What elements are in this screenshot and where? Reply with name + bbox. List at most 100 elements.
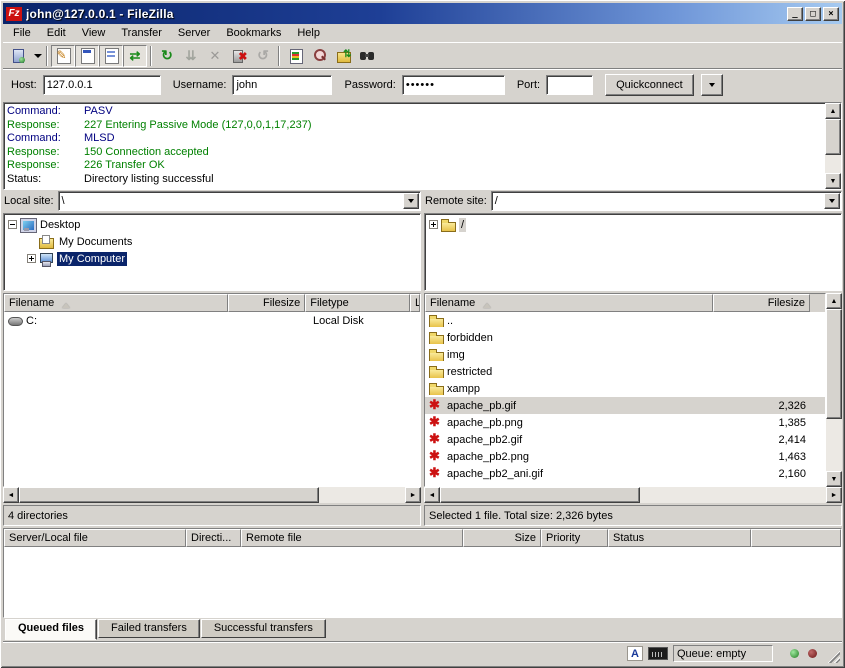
file-row-forbidden[interactable]: forbidden	[425, 329, 825, 346]
menu-transfer[interactable]: Transfer	[113, 25, 170, 41]
tab-failed-transfers[interactable]: Failed transfers	[98, 619, 200, 638]
file-row-apache-pb-gif[interactable]: apache_pb.gif2,326	[425, 397, 825, 414]
scroll-down-icon[interactable]: ▼	[825, 173, 841, 189]
quickconnect-button[interactable]: Quickconnect	[605, 74, 694, 96]
scroll-down-icon[interactable]: ▼	[826, 471, 842, 487]
reconnect-button[interactable]	[251, 45, 275, 67]
maximize-button[interactable]: □	[805, 7, 821, 21]
column-header-filesize[interactable]: Filesize	[228, 294, 305, 312]
column-header-server-local-file[interactable]: Server/Local file	[4, 529, 186, 547]
scroll-track[interactable]	[825, 155, 841, 173]
synchronized-browsing-button[interactable]	[331, 45, 355, 67]
find-files-button[interactable]	[355, 45, 379, 67]
message-log: Command:PASVResponse:227 Entering Passiv…	[3, 102, 842, 190]
remote-hscrollbar[interactable]: ◄ ►	[424, 487, 842, 503]
scroll-right-icon[interactable]: ►	[405, 487, 421, 503]
toolbar	[3, 42, 842, 68]
scroll-left-icon[interactable]: ◄	[424, 487, 440, 503]
file-row-xampp[interactable]: xampp	[425, 380, 825, 397]
quickconnect-dropdown-button[interactable]	[701, 74, 723, 96]
file-row-apache-pb2-ani-gif[interactable]: apache_pb2_ani.gif2,160	[425, 465, 825, 482]
remote-vscrollbar[interactable]: ▲ ▼	[826, 293, 842, 487]
menu-file[interactable]: File	[5, 25, 39, 41]
file-row-apache-pb2-gif[interactable]: apache_pb2.gif2,414	[425, 431, 825, 448]
scroll-track[interactable]	[826, 419, 842, 471]
toggle-message-log-button[interactable]	[51, 45, 75, 67]
column-header-size[interactable]: Size	[463, 529, 541, 547]
tab-successful-transfers[interactable]: Successful transfers	[201, 619, 326, 638]
scroll-up-icon[interactable]: ▲	[825, 103, 841, 119]
column-header-directi[interactable]: Directi...	[186, 529, 241, 547]
toggle-transfer-queue-button[interactable]	[123, 45, 147, 67]
column-header-item[interactable]	[751, 529, 841, 547]
log-line-type: Response:	[7, 146, 84, 160]
cancel-operation-button[interactable]	[203, 45, 227, 67]
scroll-thumb[interactable]	[825, 119, 841, 155]
remote-site-dropdown-button[interactable]	[824, 193, 840, 209]
column-header-status[interactable]: Status	[608, 529, 751, 547]
column-header-l[interactable]: L	[410, 294, 420, 312]
menu-view[interactable]: View	[74, 25, 114, 41]
menu-bookmarks[interactable]: Bookmarks	[218, 25, 289, 41]
column-header-remote-file[interactable]: Remote file	[241, 529, 463, 547]
local-site-dropdown-button[interactable]	[403, 193, 419, 209]
log-line-type: Command:	[7, 132, 84, 146]
disconnect-button[interactable]	[227, 45, 251, 67]
expand-plus-icon[interactable]	[429, 220, 438, 229]
scroll-thumb[interactable]	[826, 309, 842, 419]
local-site-label: Local site:	[3, 195, 54, 207]
file-row-apache-pb2-png[interactable]: apache_pb2.png1,463	[425, 448, 825, 465]
file-row-img[interactable]: img	[425, 346, 825, 363]
file-row[interactable]: C:Local Disk	[4, 312, 420, 329]
local-hscrollbar[interactable]: ◄ ►	[3, 487, 421, 503]
close-button[interactable]: ×	[823, 7, 839, 21]
scroll-left-icon[interactable]: ◄	[3, 487, 19, 503]
scroll-thumb[interactable]	[440, 487, 640, 503]
tree-item-my-documents[interactable]: My Documents	[4, 233, 420, 250]
port-input[interactable]	[546, 75, 593, 95]
site-manager-button[interactable]	[6, 45, 30, 67]
local-site-combo[interactable]: \	[58, 191, 421, 211]
refresh-button[interactable]	[155, 45, 179, 67]
title-bar[interactable]: Fz john@127.0.0.1 - FileZilla _ □ ×	[3, 3, 842, 24]
column-header-filetype[interactable]: Filetype	[305, 294, 410, 312]
file-name-cell: apache_pb2_ani.gif	[425, 467, 713, 480]
tree-item-item[interactable]: /	[425, 216, 841, 233]
log-line-type: Command:	[7, 105, 84, 119]
filename-filters-button[interactable]	[283, 45, 307, 67]
column-header-filename[interactable]: Filename	[425, 294, 713, 312]
column-header-filesize[interactable]: Filesize	[713, 294, 810, 312]
remote-site-combo[interactable]: /	[491, 191, 842, 211]
scroll-track[interactable]	[319, 487, 405, 503]
file-row-item[interactable]: ..	[425, 312, 825, 329]
menu-server[interactable]: Server	[170, 25, 218, 41]
tree-item-my-computer[interactable]: My Computer	[4, 250, 420, 267]
tab-queued-files[interactable]: Queued files	[5, 619, 97, 640]
minimize-button[interactable]: _	[787, 7, 803, 21]
resize-grip[interactable]	[826, 649, 840, 663]
host-input[interactable]	[43, 75, 161, 95]
file-row-apache-pb-png[interactable]: apache_pb.png1,385	[425, 414, 825, 431]
computer-icon	[39, 252, 54, 265]
password-input[interactable]	[402, 75, 505, 95]
column-header-priority[interactable]: Priority	[541, 529, 608, 547]
log-scrollbar[interactable]: ▲ ▼	[825, 103, 841, 189]
site-manager-dropdown-button[interactable]	[30, 45, 43, 67]
expand-plus-icon[interactable]	[27, 254, 36, 263]
column-header-filename[interactable]: Filename	[4, 294, 228, 312]
port-label: Port:	[517, 79, 540, 91]
collapse-minus-icon[interactable]	[8, 220, 17, 229]
directory-comparison-button[interactable]	[307, 45, 331, 67]
toggle-local-tree-button[interactable]	[75, 45, 99, 67]
tree-item-desktop[interactable]: Desktop	[4, 216, 420, 233]
file-row-restricted[interactable]: restricted	[425, 363, 825, 380]
menu-help[interactable]: Help	[289, 25, 328, 41]
scroll-up-icon[interactable]: ▲	[826, 293, 842, 309]
username-input[interactable]	[232, 75, 332, 95]
toggle-remote-tree-button[interactable]	[99, 45, 123, 67]
scroll-thumb[interactable]	[19, 487, 319, 503]
menu-edit[interactable]: Edit	[39, 25, 74, 41]
scroll-track[interactable]	[640, 487, 826, 503]
scroll-right-icon[interactable]: ►	[826, 487, 842, 503]
process-queue-button[interactable]	[179, 45, 203, 67]
